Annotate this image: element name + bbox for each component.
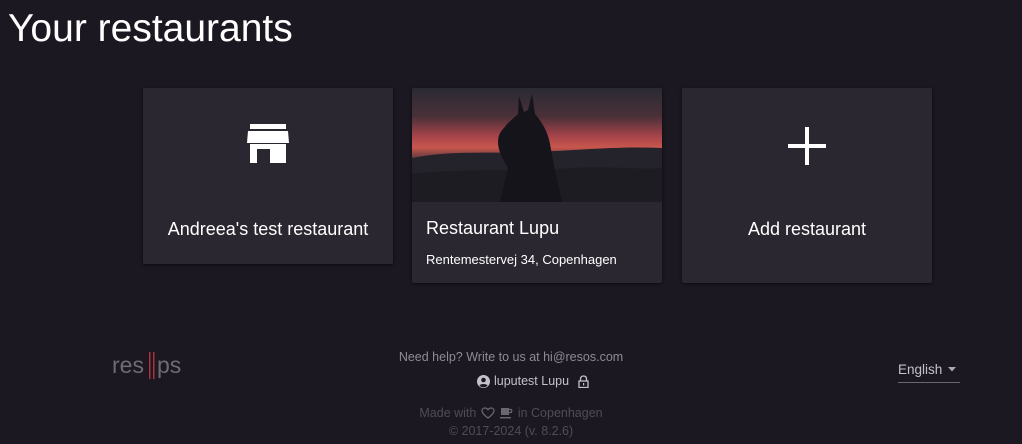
- made-with-prefix: Made with: [419, 406, 477, 420]
- made-with-text: Made with in Copenhagen: [0, 406, 1022, 420]
- lock-icon[interactable]: [578, 374, 589, 388]
- store-icon: [247, 124, 289, 163]
- language-select[interactable]: English: [898, 360, 960, 383]
- restaurant-image: [412, 88, 662, 202]
- restaurant-name: Restaurant Lupu: [426, 218, 560, 238]
- restaurant-name: Andreea's test restaurant: [167, 219, 369, 239]
- language-selected: English: [898, 362, 943, 377]
- account-circle-icon: [477, 374, 490, 388]
- add-restaurant-card[interactable]: Add restaurant: [682, 88, 932, 283]
- page-title: Your restaurants: [8, 7, 293, 50]
- user-account[interactable]: luputest Lupu: [477, 372, 589, 390]
- caret-down-icon: [948, 367, 956, 372]
- restaurant-address: Rentemestervej 34, Copenhagen: [426, 252, 617, 267]
- help-text: Need help? Write to us at hi@resos.com: [398, 350, 624, 364]
- add-restaurant-label: Add restaurant: [747, 219, 867, 239]
- plus-icon: [788, 127, 826, 165]
- made-with-suffix: in Copenhagen: [517, 406, 603, 420]
- restaurant-card-andreea[interactable]: Andreea's test restaurant: [143, 88, 393, 264]
- restaurant-card-lupu[interactable]: Restaurant Lupu Rentemestervej 34, Copen…: [412, 88, 662, 283]
- restaurants-page: Your restaurants Andreea's test restaura…: [0, 0, 1022, 444]
- coffee-icon: [500, 408, 513, 419]
- copyright-text: © 2017-2024 (v. 8.2.6): [448, 424, 574, 438]
- heart-icon: [481, 407, 495, 419]
- user-name: luputest Lupu: [494, 374, 570, 388]
